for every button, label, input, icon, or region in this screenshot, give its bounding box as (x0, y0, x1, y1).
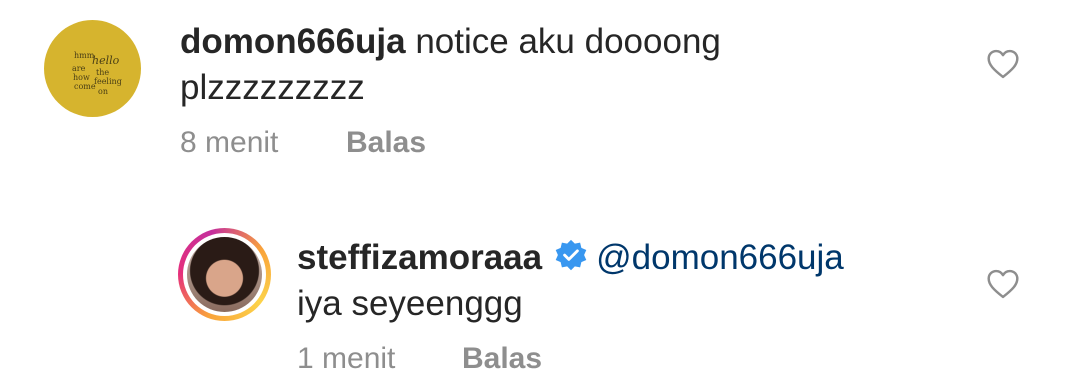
avatar-scribble-text: feeling (94, 77, 122, 86)
avatar-scribble-text: come (74, 82, 96, 91)
avatar-ring-gap (183, 233, 266, 316)
comment-mention-link[interactable]: @domon666uja (596, 238, 844, 277)
avatar-scribble-text: on (98, 87, 108, 96)
avatar[interactable]: hmm hello are the how feeling come on (44, 20, 141, 117)
reply-button[interactable]: Balas (346, 126, 426, 160)
avatar-scribble-text: are (72, 64, 86, 73)
avatar-scribble-text: the (96, 68, 110, 77)
avatar (187, 237, 262, 312)
avatar-scribble-text: how (73, 73, 90, 82)
avatar-scribble-text: hello (92, 54, 120, 67)
comment-body: iya seyeenggg (297, 284, 523, 323)
reply-button[interactable]: Balas (462, 342, 542, 376)
comment-text: steffizamoraaa @domon666uja (297, 238, 844, 278)
comment-username[interactable]: domon666uja (180, 22, 406, 61)
comment-username[interactable]: steffizamoraaa (297, 238, 542, 277)
verified-badge-icon (555, 239, 587, 271)
comment-timestamp: 8 menit (180, 126, 279, 159)
comment-body: notice aku doooong (415, 22, 721, 61)
heart-icon[interactable] (986, 49, 1020, 79)
heart-icon[interactable] (986, 269, 1020, 299)
comment-text-line-2: plzzzzzzzzz (180, 68, 365, 107)
comment-text: domon666uja notice aku doooong (180, 22, 721, 62)
comment-timestamp: 1 menit (297, 342, 396, 375)
avatar-story-ring[interactable] (178, 228, 271, 321)
